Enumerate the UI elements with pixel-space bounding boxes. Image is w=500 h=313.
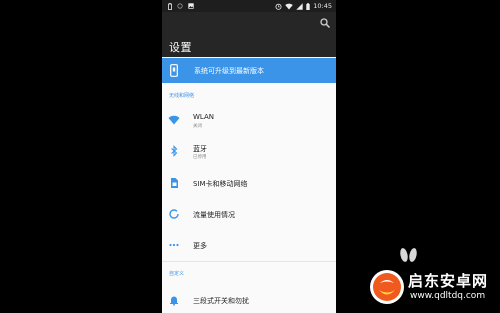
battery-saver-icon <box>168 2 172 10</box>
image-icon <box>188 3 194 9</box>
wifi-icon <box>168 115 180 125</box>
more-icon <box>169 243 179 247</box>
banner-text: 系统可升级到最新版本 <box>194 67 264 75</box>
page-title: 设置 <box>169 41 192 54</box>
clock: 10:45 <box>313 2 332 10</box>
section-header-custom: 自定义 <box>169 271 185 277</box>
watermark: 启东安卓网 www.qdltdq.com <box>366 264 498 310</box>
watermark-logo-icon <box>370 270 404 304</box>
bunny-ears-icon <box>400 248 417 262</box>
settings-item-title: SIM卡和移动网络 <box>193 180 248 188</box>
alarm-icon <box>275 3 282 10</box>
section-divider <box>162 261 336 262</box>
bell-icon <box>170 296 178 306</box>
cellular-signal-icon <box>296 2 303 10</box>
settings-item-title: 流量使用情况 <box>193 211 235 219</box>
settings-item-title: 蓝牙 <box>193 145 207 153</box>
settings-item-data-usage[interactable]: 流量使用情况 <box>162 199 336 229</box>
settings-item-bluetooth[interactable]: 蓝牙 已停用 <box>162 136 336 166</box>
watermark-brand: 启东安卓网 <box>408 272 489 290</box>
sync-icon <box>177 3 183 9</box>
app-bar: 设置 <box>162 12 336 57</box>
battery-icon <box>306 2 310 10</box>
status-bar: 10:45 <box>162 0 336 12</box>
system-update-banner[interactable]: 系统可升级到最新版本 <box>162 58 336 83</box>
settings-item-alert-slider[interactable]: 三段式开关和勿扰 <box>162 285 336 313</box>
settings-item-title: WLAN <box>193 113 215 121</box>
settings-item-title: 三段式开关和勿扰 <box>193 297 249 305</box>
bluetooth-icon <box>171 145 178 157</box>
settings-item-subtitle: 关闭 <box>193 124 202 129</box>
section-header-wireless: 无线和网络 <box>169 93 195 99</box>
settings-item-wlan[interactable]: WLAN 关闭 <box>162 105 336 135</box>
data-usage-icon <box>169 209 179 219</box>
wifi-signal-icon <box>285 3 294 9</box>
settings-item-more[interactable]: 更多 <box>162 230 336 260</box>
settings-item-title: 更多 <box>193 242 207 250</box>
phone-screen: 10:45 设置 系统可升级到最新版本 无线和网络 WLAN 关闭 蓝牙 已停用… <box>162 0 336 313</box>
settings-item-subtitle: 已停用 <box>193 155 207 160</box>
settings-item-sim[interactable]: SIM卡和移动网络 <box>162 168 336 198</box>
sim-card-icon <box>171 178 178 188</box>
watermark-url: www.qdltdq.com <box>410 291 486 301</box>
phone-update-icon <box>170 64 178 77</box>
search-icon[interactable] <box>319 17 331 29</box>
